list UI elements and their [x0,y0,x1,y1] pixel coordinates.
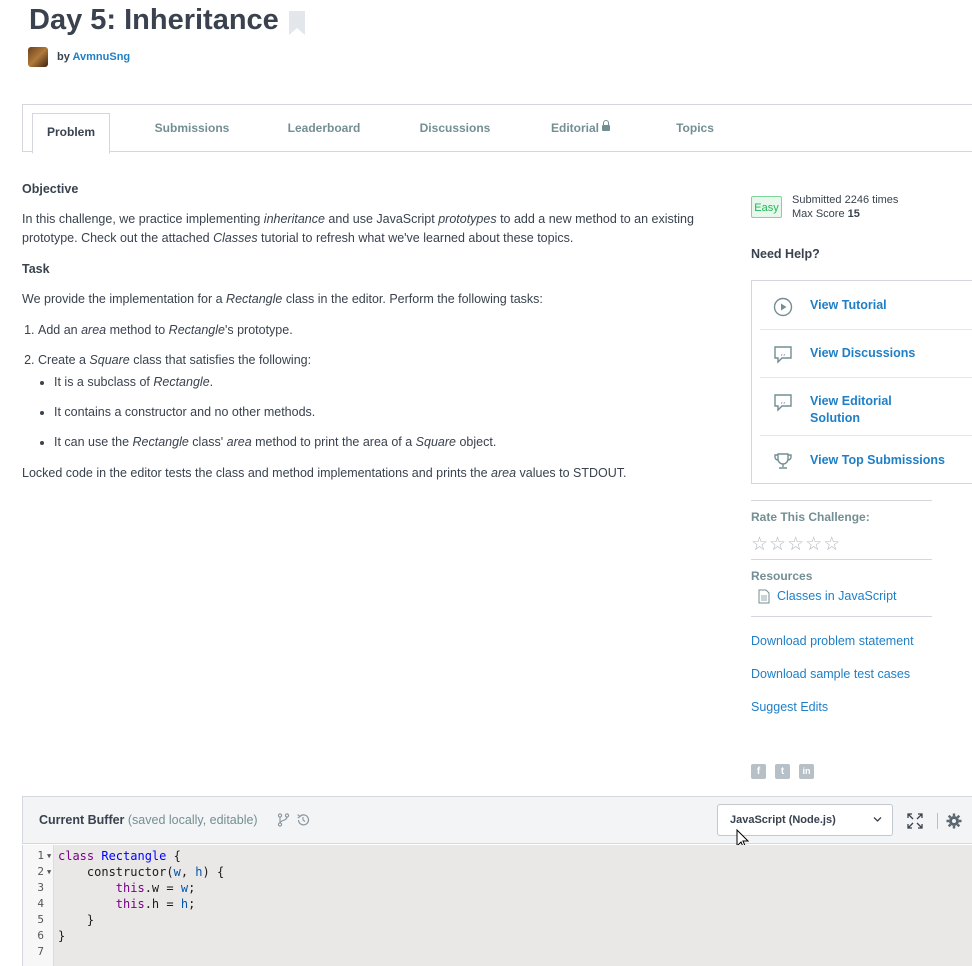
star-icon[interactable]: ☆ [769,534,787,555]
twitter-icon[interactable]: t [775,764,790,779]
line-number: 7 [37,945,44,958]
requirement-item: It can use the Rectangle class' area met… [54,433,702,452]
line-number: 6 [37,929,44,942]
max-score: Max Score 15 [792,208,860,220]
divider [751,559,932,560]
comment-quote-icon: ,, [774,346,792,364]
suggest-edits-link[interactable]: Suggest Edits [751,700,828,714]
chevron-down-icon [873,817,882,822]
author-link[interactable]: AvmnuSng [73,51,131,63]
byline: by AvmnuSng [57,51,130,63]
help-box: View Tutorial ,, View Discussions ,, Vie… [751,280,972,484]
submitted-count: Submitted 2246 times [792,194,899,206]
trophy-icon [774,453,792,469]
tab-submissions[interactable]: Submissions [147,105,237,152]
resources-heading: Resources [751,569,813,583]
divider [751,500,932,501]
requirement-item: It contains a constructor and no other m… [54,403,702,422]
comment-quote-icon: ,, [774,394,792,412]
page-title: Day 5: Inheritance [29,4,279,36]
code-editor[interactable]: 1 ▼ 2 ▼ 3 4 5 6 7 class Rectangle { constr… [22,845,972,966]
code-line[interactable]: } [58,928,65,944]
star-icon[interactable]: ☆ [823,534,841,555]
line-number: 2 [37,865,44,878]
need-help-heading: Need Help? [751,247,820,261]
view-editorial-link[interactable]: ,, View Editorial Solution [760,377,972,436]
line-number: 5 [37,913,44,926]
view-discussions-link[interactable]: ,, View Discussions [760,329,972,378]
toolbar-divider [937,813,938,829]
tab-bar: Problem Submissions Leaderboard Discussi… [22,104,972,154]
objective-text: In this challenge, we practice implement… [22,212,694,245]
requirement-item: It is a subclass of Rectangle. [54,373,702,392]
fold-arrow-icon[interactable]: ▼ [47,848,51,864]
star-icon[interactable]: ☆ [751,534,769,555]
svg-text:,,: ,, [781,396,786,405]
tab-topics[interactable]: Topics [671,105,719,152]
buffer-label: Current Buffer (saved locally, editable) [39,813,258,827]
branch-icon[interactable] [277,813,290,827]
tab-editorial[interactable]: Editorial [543,105,618,152]
objective-heading: Objective [22,182,79,196]
tab-leaderboard[interactable]: Leaderboard [281,105,367,152]
view-top-submissions-link[interactable]: View Top Submissions [760,435,972,483]
challenge-stats: Submitted 2246 times Max Score 15 [792,193,898,221]
avatar[interactable] [28,47,48,67]
line-number: 1 [37,849,44,862]
star-icon[interactable]: ☆ [805,534,823,555]
task-step: Create a Square class that satisfies the… [38,351,702,452]
facebook-icon[interactable]: f [751,764,766,779]
tab-problem[interactable]: Problem [32,113,110,154]
line-number-gutter: 1 ▼ 2 ▼ 3 4 5 6 7 [23,845,54,966]
code-line[interactable]: } [58,912,94,928]
bookmark-icon[interactable] [289,11,305,35]
line-number: 3 [37,881,44,894]
gear-icon[interactable] [946,813,962,829]
play-circle-icon [773,297,793,317]
fold-arrow-icon[interactable]: ▼ [47,864,51,880]
download-tests-link[interactable]: Download sample test cases [751,667,910,681]
footer-note: Locked code in the editor tests the clas… [22,466,627,480]
linkedin-icon[interactable]: in [799,764,814,779]
task-list: Add an area method to Rectangle's protot… [22,321,702,452]
svg-text:,,: ,, [781,348,786,357]
line-number: 4 [37,897,44,910]
document-icon [758,589,770,604]
fullscreen-icon[interactable] [907,813,923,829]
star-icon[interactable]: ☆ [787,534,805,555]
history-icon[interactable] [296,813,310,827]
byline-prefix: by [57,51,70,63]
resource-link[interactable]: Classes in JavaScript [777,589,897,603]
divider [751,616,932,617]
lock-icon [602,120,610,131]
rating-stars[interactable]: ☆☆☆☆☆ [751,533,841,556]
rate-heading: Rate This Challenge: [751,510,870,524]
task-intro: We provide the implementation for a Rect… [22,292,543,306]
problem-statement: Objective In this challenge, we practice… [22,180,702,495]
download-statement-link[interactable]: Download problem statement [751,634,914,648]
task-step: Add an area method to Rectangle's protot… [38,321,702,340]
code-line[interactable]: constructor(w, h) { [58,864,224,880]
tab-discussions[interactable]: Discussions [415,105,495,152]
code-line[interactable]: class Rectangle { [58,848,181,864]
code-line[interactable]: this.w = w; [58,880,196,896]
code-line[interactable]: this.h = h; [58,896,196,912]
view-tutorial-link[interactable]: View Tutorial [760,281,972,330]
difficulty-badge: Easy [751,196,782,218]
task-heading: Task [22,262,50,276]
